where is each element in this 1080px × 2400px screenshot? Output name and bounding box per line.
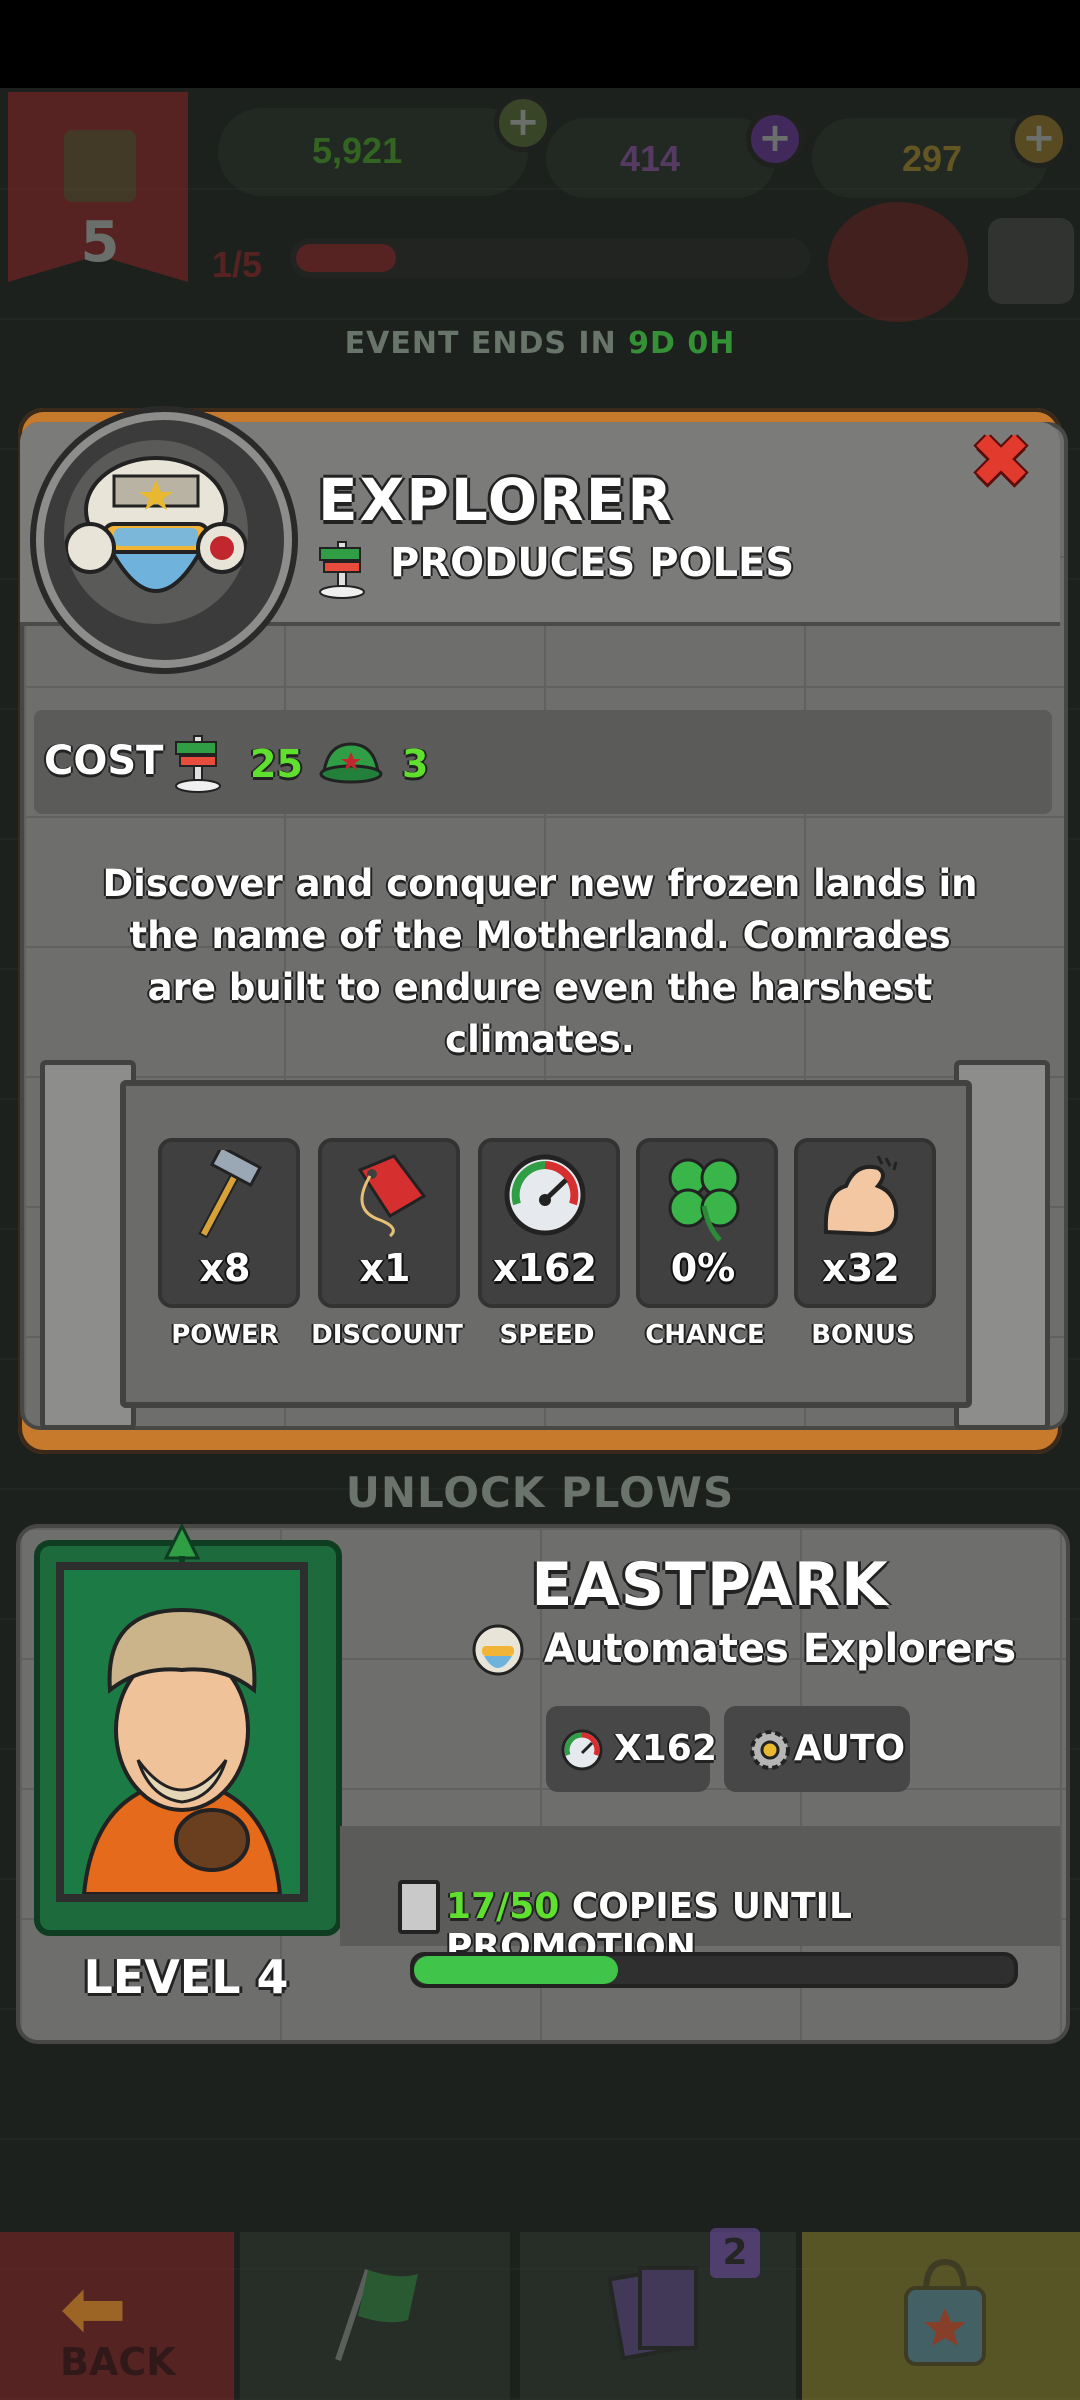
event-timer: EVENT ENDS IN 9D 0H [0, 326, 1080, 361]
level-progress-fill [296, 244, 396, 272]
speedometer-icon [504, 1154, 586, 1236]
hammer-icon [198, 1150, 263, 1239]
flag-icon [335, 2269, 418, 2361]
manager-role: Automates Explorers [544, 1626, 1017, 1672]
unit-description: Discover and conquer new frozen lands in… [102, 862, 978, 1061]
stat-label-bonus: BONUS [811, 1320, 915, 1350]
stat-value-power: x8 [199, 1246, 251, 1290]
stat-label-power: POWER [171, 1320, 279, 1350]
stat-value-discount: x1 [359, 1246, 411, 1290]
cost-label: COST [44, 738, 164, 784]
manager-name: EASTPARK [531, 1550, 889, 1620]
explorer-portrait [64, 440, 248, 624]
close-button[interactable]: ✖ [966, 424, 1036, 498]
shopping-bag-icon [904, 2258, 986, 2366]
explorer-avatar-icon [64, 456, 248, 593]
stat-value-bonus: x32 [822, 1246, 900, 1290]
stat-value-chance: 0% [670, 1246, 736, 1290]
card-copies-icon [398, 1880, 440, 1934]
speedometer-icon [561, 1729, 603, 1771]
cards-icon [607, 2266, 698, 2361]
cost-hats-value: 3 [402, 742, 429, 786]
stat-label-chance: CHANCE [645, 1320, 765, 1350]
promotion-progress-fill [414, 1956, 618, 1984]
produces-text: PRODUCES POLES [390, 540, 795, 586]
army-hat-icon [319, 742, 383, 784]
manager-photo [56, 1562, 308, 1902]
event-time: 9D 0H [628, 326, 736, 361]
cup-icon [64, 130, 136, 202]
pole-icon [319, 541, 365, 599]
stat-label-speed: SPEED [499, 1320, 595, 1350]
status-bar [0, 0, 1080, 88]
clover-icon [668, 1158, 740, 1242]
auto-chip-label: AUTO [794, 1728, 906, 1769]
add-hats-button[interactable]: + [494, 94, 552, 152]
add-gold-button[interactable]: + [1010, 110, 1068, 168]
manager-level: LEVEL 4 [83, 1950, 289, 2004]
copies-count: 17/50 [446, 1886, 560, 1927]
price-tag-icon [357, 1154, 427, 1238]
stat-label-discount: DISCOUNT [311, 1320, 463, 1350]
manager-avatar-icon [64, 1570, 300, 1894]
potions-value: 414 [620, 138, 681, 179]
hats-value: 5,921 [312, 130, 403, 171]
level-progress-text: 1/5 [212, 244, 263, 285]
menu-button[interactable] [988, 218, 1074, 304]
gear-icon [750, 1730, 790, 1770]
explorer-small-icon [472, 1624, 524, 1676]
tree-icon [163, 1524, 201, 1563]
flexed-arm-icon [823, 1155, 899, 1237]
level-number: 5 [80, 210, 120, 275]
back-label: BACK [60, 2340, 176, 2384]
event-label: EVENT ENDS IN [344, 326, 617, 361]
cards-badge: 2 [710, 2228, 760, 2278]
pole-icon [175, 735, 221, 793]
add-potions-button[interactable]: + [746, 110, 804, 168]
cost-poles-value: 25 [250, 742, 303, 786]
unit-title: EXPLORER [318, 466, 674, 534]
gold-value: 297 [902, 138, 963, 179]
unlock-plows-label: UNLOCK PLOWS [345, 1468, 735, 1517]
speed-chip-value: X162 [614, 1728, 717, 1769]
research-flask-icon[interactable] [828, 202, 968, 322]
stat-value-speed: x162 [493, 1246, 597, 1290]
